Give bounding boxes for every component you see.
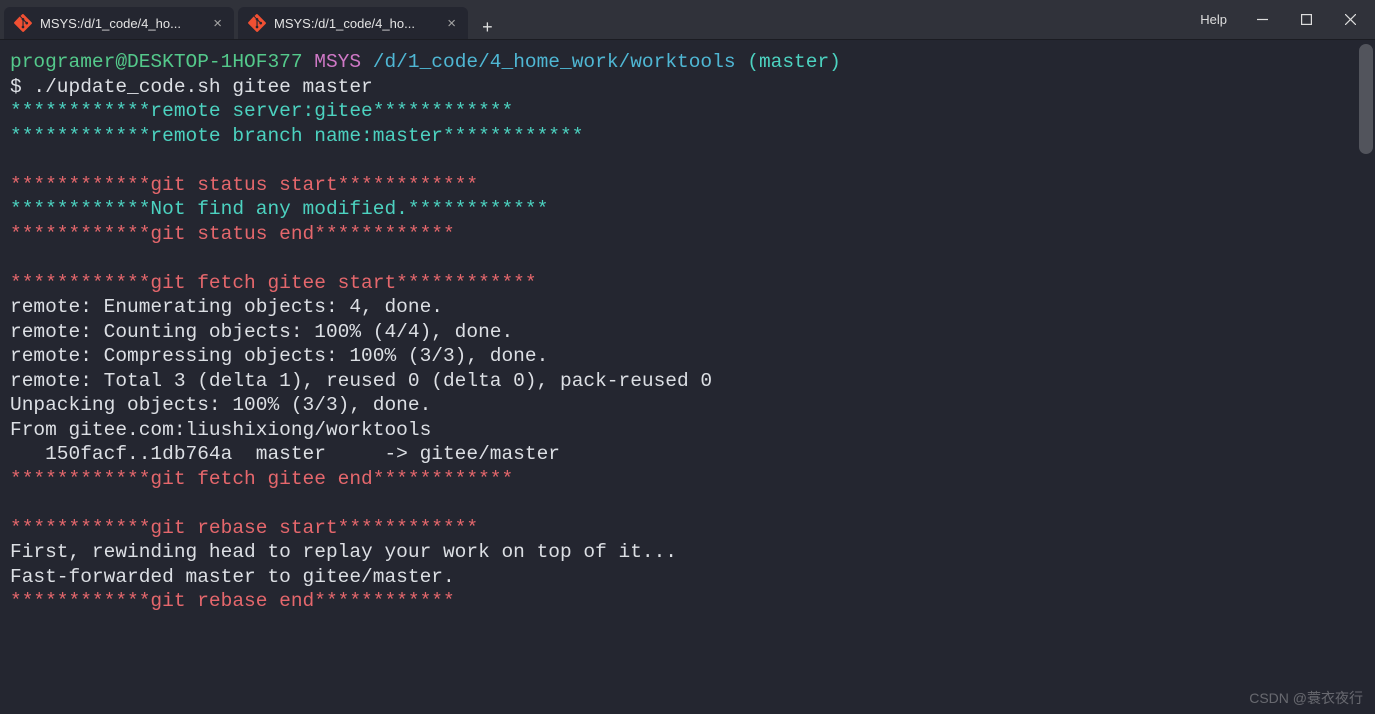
line: remote: Enumerating objects: 4, done.	[10, 296, 443, 318]
scrollbar[interactable]	[1359, 44, 1373, 710]
close-button[interactable]	[1329, 5, 1371, 35]
command: ./update_code.sh gitee master	[33, 76, 372, 98]
line: ************git rebase end************	[10, 590, 455, 612]
line: ************git fetch gitee start*******…	[10, 272, 537, 294]
line: remote: Compressing objects: 100% (3/3),…	[10, 345, 548, 367]
line: ************remote branch name:master***…	[10, 125, 583, 147]
tab-strip: MSYS:/d/1_code/4_ho... × MSYS:/d/1_code/…	[4, 0, 503, 39]
tab-2[interactable]: MSYS:/d/1_code/4_ho... ×	[238, 7, 468, 39]
tab-title: MSYS:/d/1_code/4_ho...	[40, 16, 203, 31]
prompt-cwd: /d/1_code/4_home_work/worktools	[373, 51, 736, 73]
minimize-button[interactable]	[1241, 5, 1283, 35]
line: ************git status end************	[10, 223, 455, 245]
maximize-button[interactable]	[1285, 5, 1327, 35]
watermark: CSDN @蓑衣夜行	[1249, 688, 1363, 708]
close-icon[interactable]: ×	[211, 14, 224, 33]
terminal[interactable]: programer@DESKTOP-1HOF377 MSYS /d/1_code…	[0, 40, 1375, 714]
terminal-output: programer@DESKTOP-1HOF377 MSYS /d/1_code…	[10, 50, 1365, 614]
line: remote: Counting objects: 100% (4/4), do…	[10, 321, 513, 343]
line: First, rewinding head to replay your wor…	[10, 541, 677, 563]
line: Unpacking objects: 100% (3/3), done.	[10, 394, 431, 416]
scrollbar-thumb[interactable]	[1359, 44, 1373, 154]
line: 150facf..1db764a master -> gitee/master	[10, 443, 560, 465]
help-menu[interactable]: Help	[1188, 12, 1239, 27]
line: ************git fetch gitee end*********…	[10, 468, 513, 490]
close-icon[interactable]: ×	[445, 14, 458, 33]
tab-title: MSYS:/d/1_code/4_ho...	[274, 16, 437, 31]
git-icon	[248, 14, 266, 32]
prompt-branch: (master)	[747, 51, 841, 73]
line: From gitee.com:liushixiong/worktools	[10, 419, 431, 441]
line: Fast-forwarded master to gitee/master.	[10, 566, 455, 588]
tab-1[interactable]: MSYS:/d/1_code/4_ho... ×	[4, 7, 234, 39]
git-icon	[14, 14, 32, 32]
prompt-symbol: $	[10, 76, 22, 98]
line: remote: Total 3 (delta 1), reused 0 (del…	[10, 370, 712, 392]
line: ************remote server:gitee*********…	[10, 100, 513, 122]
prompt-user: programer@DESKTOP-1HOF377	[10, 51, 303, 73]
title-bar: MSYS:/d/1_code/4_ho... × MSYS:/d/1_code/…	[0, 0, 1375, 40]
line: ************Not find any modified.******…	[10, 198, 548, 220]
terminal-viewport: programer@DESKTOP-1HOF377 MSYS /d/1_code…	[10, 50, 1365, 704]
prompt-shell: MSYS	[314, 51, 361, 73]
line: ************git rebase start************	[10, 517, 478, 539]
new-tab-button[interactable]: +	[472, 19, 503, 39]
line: ************git status start************	[10, 174, 478, 196]
window-controls: Help	[1188, 5, 1371, 35]
